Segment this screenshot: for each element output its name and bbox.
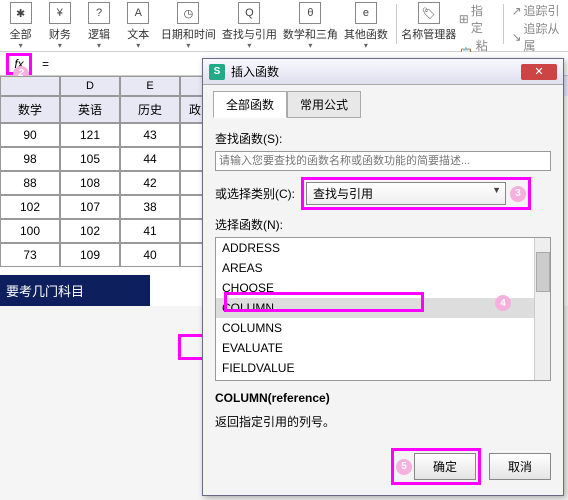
lookup-icon: Q — [238, 2, 260, 24]
blue-label: 要考几门科目 — [0, 275, 150, 306]
cell[interactable]: 109 — [60, 243, 120, 267]
function-list-label: 选择函数(N): — [215, 216, 551, 233]
fn-fieldvalue[interactable]: FIELDVALUE — [216, 358, 550, 378]
cell[interactable]: 90 — [0, 123, 60, 147]
ribbon-all[interactable]: ✱全部▾ — [4, 2, 37, 50]
ribbon-datetime[interactable]: ◷日期和时间▾ — [161, 2, 216, 50]
col-header-d[interactable]: D — [60, 76, 120, 96]
cell[interactable]: 88 — [0, 171, 60, 195]
category-select[interactable]: 查找与引用 — [306, 182, 506, 205]
cell[interactable]: 107 — [60, 195, 120, 219]
tab-common[interactable]: 常用公式 — [287, 91, 361, 118]
fn-evaluate[interactable]: EVALUATE — [216, 338, 550, 358]
cell[interactable]: 41 — [120, 219, 180, 243]
scrollbar[interactable] — [534, 238, 550, 380]
cell[interactable]: 43 — [120, 123, 180, 147]
fn-areas[interactable]: AREAS — [216, 258, 550, 278]
cell[interactable]: 40 — [120, 243, 180, 267]
ribbon-name-mgr[interactable]: 🏷名称管理器 — [405, 2, 453, 42]
text-icon: A — [127, 2, 149, 24]
clock-icon: ◷ — [177, 2, 199, 24]
cell[interactable]: 102 — [0, 195, 60, 219]
header-eng: 英语 — [60, 96, 120, 123]
ribbon-assign[interactable]: ⊞指定 — [459, 2, 495, 36]
cell[interactable]: 105 — [60, 147, 120, 171]
fn-columns[interactable]: COLUMNS — [216, 318, 550, 338]
dialog-title: 插入函数 — [231, 63, 279, 80]
category-label: 或选择类别(C): — [215, 185, 295, 202]
cell[interactable]: 102 — [60, 219, 120, 243]
scroll-thumb[interactable] — [536, 252, 550, 292]
ribbon-trace-ref[interactable]: ↗追踪引 — [511, 2, 564, 19]
cell[interactable]: 73 — [0, 243, 60, 267]
dialog-titlebar[interactable]: S 插入函数 ✕ — [203, 59, 563, 85]
cancel-button[interactable]: 取消 — [489, 453, 551, 480]
header-hist: 历史 — [120, 96, 180, 123]
question-icon: ? — [88, 2, 110, 24]
ribbon-math[interactable]: θ数学和三角▾ — [283, 2, 338, 50]
asterisk-icon: ✱ — [10, 2, 32, 24]
search-input[interactable] — [215, 151, 551, 171]
formula-value[interactable]: = — [42, 57, 49, 71]
ribbon-trace-dep[interactable]: ↘追踪从属 — [511, 20, 564, 54]
cell[interactable]: 44 — [120, 147, 180, 171]
tab-all-functions[interactable]: 全部函数 — [213, 91, 287, 118]
col-header-e[interactable]: E — [120, 76, 180, 96]
header-math: 数学 — [0, 96, 60, 123]
ribbon-trace-group: ↗追踪引 ↘追踪从属 — [511, 2, 564, 54]
cell[interactable]: 108 — [60, 171, 120, 195]
insert-function-dialog: S 插入函数 ✕ 全部函数 常用公式 查找函数(S): 或选择类别(C): 查找… — [202, 58, 564, 496]
fx-button[interactable]: fx 2 — [6, 53, 32, 75]
function-desc: 返回指定引用的列号。 — [215, 413, 551, 430]
close-button[interactable]: ✕ — [521, 64, 557, 80]
ribbon-lookup[interactable]: Q查找与引用▾ — [222, 2, 277, 50]
function-list[interactable]: ADDRESS AREAS CHOOSE COLUMN COLUMNS EVAL… — [215, 237, 551, 381]
function-syntax: COLUMN(reference) — [215, 391, 330, 405]
cell[interactable]: 42 — [120, 171, 180, 195]
badge-3: 3 — [510, 186, 526, 202]
app-icon: S — [209, 64, 225, 80]
tag-icon: 🏷 — [418, 2, 440, 24]
ribbon-logic[interactable]: ?逻辑▾ — [82, 2, 115, 50]
ribbon-finance[interactable]: ¥财务▾ — [43, 2, 76, 50]
fn-getpivotdata[interactable]: GETPIVOTDATA — [216, 378, 550, 381]
yen-icon: ¥ — [49, 2, 71, 24]
search-label: 查找函数(S): — [215, 130, 551, 147]
cell[interactable]: 100 — [0, 219, 60, 243]
cell[interactable]: 98 — [0, 147, 60, 171]
ribbon-toolbar: ✱全部▾ ¥财务▾ ?逻辑▾ A文本▾ ◷日期和时间▾ Q查找与引用▾ θ数学和… — [0, 0, 568, 52]
cell[interactable]: 121 — [60, 123, 120, 147]
fn-address[interactable]: ADDRESS — [216, 238, 550, 258]
e-icon: e — [355, 2, 377, 24]
badge-5: 5 — [396, 459, 412, 475]
badge-4: 4 — [495, 295, 511, 311]
ok-button[interactable]: 确定 — [414, 453, 476, 480]
theta-icon: θ — [299, 2, 321, 24]
cell[interactable]: 38 — [120, 195, 180, 219]
ribbon-other[interactable]: e其他函数▾ — [344, 2, 388, 50]
ribbon-text[interactable]: A文本▾ — [122, 2, 155, 50]
column-highlight: 4 — [224, 292, 424, 312]
